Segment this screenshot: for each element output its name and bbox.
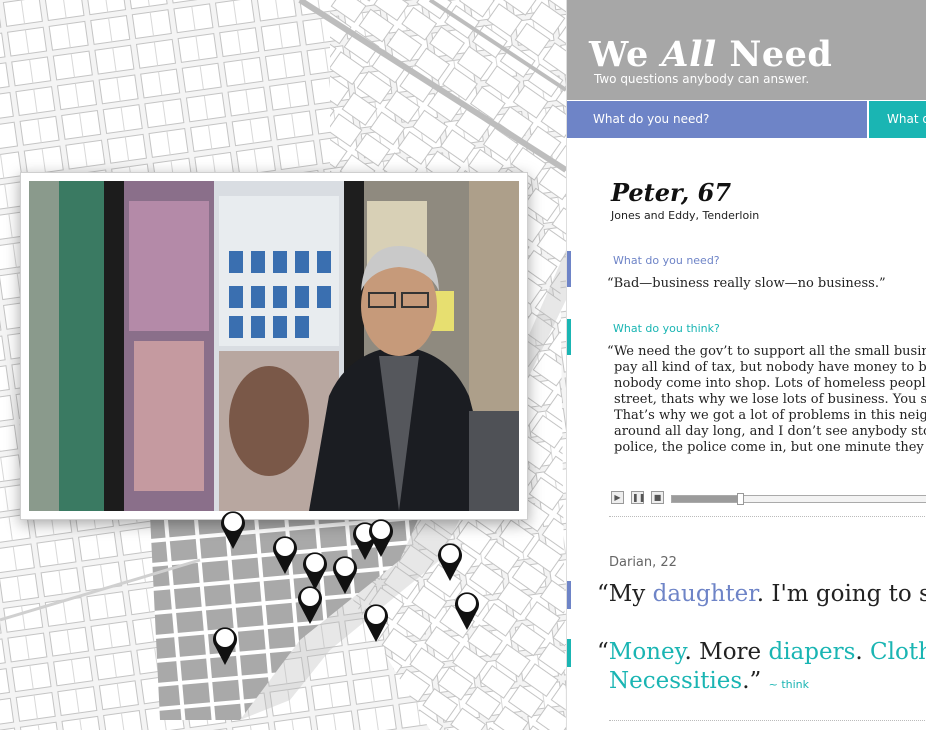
portrait-photo — [29, 181, 519, 511]
think-answer-line: police, the police come in, but one minu… — [614, 440, 924, 455]
think-answer: “We need the gov’t to support all the sm… — [607, 344, 926, 456]
map-pin-icon[interactable] — [271, 533, 299, 575]
need-marker — [567, 581, 571, 609]
need-quote: “My daughter. I'm going to se — [597, 581, 926, 607]
think-answer-line: pay all kind of tax, but nobody have mon… — [614, 360, 926, 375]
think-answer-line: nobody come into shop. Lots of homeless … — [614, 376, 926, 391]
think-quote-line: Necessities.” ~ think — [609, 668, 810, 694]
think-marker — [567, 319, 571, 355]
person-location: Jones and Eddy, Tenderloin — [611, 209, 760, 222]
keyword-link[interactable]: Necessities — [609, 668, 742, 694]
map-pin-icon[interactable] — [453, 589, 481, 631]
map-pin-icon[interactable] — [219, 508, 247, 550]
story-item[interactable]: Darian, 22 — [609, 555, 677, 570]
map[interactable] — [0, 0, 566, 730]
site-subtitle: Two questions anybody can answer. — [594, 72, 810, 86]
map-pin-icon[interactable] — [362, 601, 390, 643]
think-quote: “Money. More diapers. Clothe — [597, 638, 926, 667]
divider — [609, 720, 926, 721]
story-panel[interactable]: We All Need Two questions anybody can an… — [566, 0, 926, 730]
think-question-label: What do you think? — [613, 322, 720, 335]
divider — [609, 516, 926, 517]
map-pin-icon[interactable] — [211, 624, 239, 666]
need-marker — [567, 251, 571, 287]
play-icon[interactable]: ▶ — [611, 491, 624, 504]
think-link[interactable]: ~ think — [769, 678, 809, 691]
keyword-link[interactable]: Money — [609, 639, 685, 665]
think-answer-line: That’s why we got a lot of problems in t… — [614, 408, 926, 423]
keyword-link[interactable]: Clothe — [870, 639, 926, 665]
audio-progress-track[interactable] — [671, 493, 926, 505]
keyword-link[interactable]: daughter — [653, 581, 757, 607]
tab-what-do-you-need[interactable]: What do you need? — [567, 101, 867, 138]
map-pin-icon[interactable] — [367, 516, 395, 558]
need-question-label: What do you need? — [613, 254, 720, 267]
site-title[interactable]: We All Need — [589, 34, 832, 75]
think-marker — [567, 639, 571, 667]
featured-story: Peter, 67 Jones and Eddy, Tenderloin — [611, 178, 926, 222]
audio-scrubber[interactable] — [737, 493, 744, 505]
person-name: Peter, 67 — [611, 178, 732, 207]
audio-progress-fill — [672, 496, 737, 502]
tab-what-do-you-think[interactable]: What d — [867, 101, 926, 138]
think-answer-line: “We need the gov’t to support all the sm… — [607, 344, 926, 359]
need-answer: “Bad—business really slow—no business.” — [607, 276, 886, 291]
keyword-link[interactable]: diapers — [768, 639, 855, 665]
map-pin-icon[interactable] — [296, 583, 324, 625]
think-answer-line: around all day long, and I don’t see any… — [614, 424, 926, 439]
audio-player: ▶ ❚❚ ■ — [611, 490, 926, 506]
question-tabs: What do you need? What d — [567, 101, 926, 138]
site-header: We All Need Two questions anybody can an… — [567, 0, 926, 100]
person-name-secondary: Darian, 22 — [609, 555, 677, 570]
pause-icon[interactable]: ❚❚ — [631, 491, 645, 504]
think-answer-line: street, thats why we lose lots of busine… — [614, 392, 926, 407]
photo-card — [20, 172, 528, 520]
map-pin-icon[interactable] — [436, 540, 464, 582]
stop-icon[interactable]: ■ — [651, 491, 664, 504]
